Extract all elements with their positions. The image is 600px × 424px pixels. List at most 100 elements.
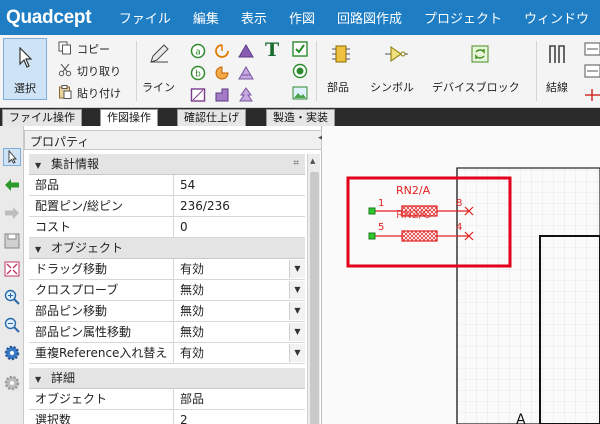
tab-file-operation[interactable]: ファイル操作 — [2, 109, 82, 126]
checkbox-icon[interactable] — [292, 41, 308, 57]
section-detail[interactable]: ▼ 詳細 — [29, 368, 305, 389]
table-row: コスト 0 — [29, 217, 305, 238]
svg-text:b: b — [195, 70, 201, 80]
property-select[interactable]: 無効 — [174, 301, 305, 321]
property-select[interactable]: 有効 — [174, 343, 305, 363]
table-row: ドラッグ移動 有効 ▼ — [29, 259, 305, 280]
pie-arc-icon[interactable] — [214, 65, 230, 81]
table-row: 部品ピン移動 無効 ▼ — [29, 301, 305, 322]
paste-button[interactable]: 貼り付け — [77, 85, 121, 101]
radio-icon[interactable] — [292, 63, 308, 79]
property-panel: プロパティ ▼ 集計情報 ⌗ 部品 54 配置ピン/総ピン 236/236 コス… — [24, 126, 322, 424]
auto-route-icon[interactable] — [584, 41, 600, 103]
menu-file[interactable]: ファイル — [108, 8, 182, 27]
save-icon[interactable] — [3, 232, 21, 250]
symbol-button[interactable]: シンボル — [370, 79, 414, 95]
copy-icon — [58, 41, 71, 55]
menu-edit[interactable]: 編集 — [182, 8, 230, 27]
section-object[interactable]: ▼ オブジェクト — [29, 238, 305, 259]
part-chip-icon[interactable] — [330, 43, 352, 65]
zoom-out-icon[interactable] — [3, 316, 21, 334]
menu-schematic[interactable]: 回路図作成 — [326, 8, 413, 27]
menu-view[interactable]: 表示 — [230, 8, 278, 27]
section-summary[interactable]: ▼ 集計情報 ⌗ — [29, 154, 305, 175]
settings-gear-gray-icon[interactable] — [3, 374, 21, 392]
dropdown-arrow-icon[interactable]: ▼ — [289, 281, 305, 299]
image-icon[interactable] — [292, 85, 308, 101]
ribbon-tab-bar: ファイル操作 作図操作 確認仕上げ 製造・実装 — [0, 108, 600, 126]
pen-icon[interactable] — [148, 43, 170, 65]
zoom-in-icon[interactable] — [3, 288, 21, 306]
sheet-zone-letter: A — [516, 412, 526, 424]
property-key: ドラッグ移動 — [29, 259, 174, 279]
symbol-buffer-icon[interactable] — [384, 44, 408, 64]
select-tool-icon[interactable] — [3, 148, 21, 166]
copy-button[interactable]: コピー — [77, 41, 110, 57]
rect-draw-icon[interactable] — [190, 87, 206, 103]
select-label: 選択 — [14, 82, 36, 95]
pin-number-4: 4 — [456, 222, 462, 233]
line-button[interactable]: ライン — [142, 79, 175, 95]
circle-b-icon[interactable]: b — [190, 65, 206, 81]
triangle-alt-icon[interactable] — [238, 65, 254, 81]
tree-icon[interactable] — [238, 87, 254, 103]
dropdown-arrow-icon[interactable]: ▼ — [289, 302, 305, 320]
paste-icon — [59, 85, 72, 99]
schematic-sheet[interactable]: A RN2/A RN2/C 1 8 5 4 — [322, 126, 600, 424]
panel-scrollbar[interactable]: ▲ — [307, 154, 320, 424]
panel-title: プロパティ — [30, 135, 90, 149]
triangle-icon[interactable] — [238, 43, 254, 59]
tool-strip — [0, 126, 24, 424]
dropdown-arrow-icon[interactable]: ▼ — [289, 323, 305, 341]
undo-arrow-icon[interactable] — [3, 176, 21, 194]
cursor-arrow-icon — [19, 47, 33, 68]
scissors-icon — [58, 63, 72, 77]
wire-icon[interactable] — [547, 43, 567, 65]
arc-icon[interactable] — [214, 43, 230, 59]
schematic-canvas[interactable]: A RN2/A RN2/C 1 8 5 4 — [322, 126, 600, 424]
grid-options-icon[interactable]: ⌗ — [293, 154, 299, 174]
cut-button[interactable]: 切り取り — [77, 63, 121, 79]
property-key: 選択数 — [29, 410, 174, 424]
tab-check-finish[interactable]: 確認仕上げ — [177, 109, 246, 126]
menu-project[interactable]: プロジェクト — [413, 8, 513, 27]
pin-number-8: 8 — [456, 198, 462, 209]
part-button[interactable]: 部品 — [327, 79, 349, 95]
table-row: 重複Reference入れ替え 有効 ▼ — [29, 343, 305, 364]
dropdown-arrow-icon[interactable]: ▼ — [289, 260, 305, 278]
fit-view-icon[interactable] — [3, 260, 21, 278]
circle-a-icon[interactable]: a — [190, 43, 206, 59]
collapse-triangle-icon: ▼ — [35, 161, 42, 170]
ribbon: 選択 コピー 切り取り 貼り付け ライン a T b 部品 シンボル デバイスブ… — [0, 35, 600, 108]
table-row: クロスプローブ 無効 ▼ — [29, 280, 305, 301]
dropdown-arrow-icon[interactable]: ▼ — [289, 344, 305, 362]
property-key: 部品ピン属性移動 — [29, 322, 174, 342]
section-summary-title: 集計情報 — [50, 157, 99, 171]
tab-manufacture[interactable]: 製造・実装 — [266, 109, 335, 126]
scroll-up-icon[interactable]: ▲ — [310, 157, 315, 165]
part-reference-label: RN2/A — [396, 184, 431, 197]
property-key: 部品 — [29, 175, 174, 195]
pin-number-5: 5 — [378, 222, 384, 233]
scrollbar-thumb[interactable] — [310, 172, 319, 424]
text-tool-icon[interactable]: T — [265, 39, 279, 61]
settings-gear-icon[interactable] — [3, 344, 21, 362]
property-select[interactable]: 無効 — [174, 280, 305, 300]
menu-window[interactable]: ウィンドウ — [513, 8, 600, 27]
collapse-triangle-icon: ▼ — [35, 375, 42, 384]
property-select[interactable]: 有効 — [174, 259, 305, 279]
polygon-icon[interactable] — [214, 87, 230, 103]
panel-header: プロパティ — [24, 130, 322, 150]
ribbon-separator — [316, 41, 317, 101]
collapse-triangle-icon: ▼ — [35, 245, 42, 254]
wire-button[interactable]: 結線 — [546, 79, 568, 95]
tab-draw-operation[interactable]: 作図操作 — [100, 109, 158, 126]
redo-arrow-icon[interactable] — [3, 204, 21, 222]
device-block-icon[interactable] — [470, 44, 490, 64]
table-row: 配置ピン/総ピン 236/236 — [29, 196, 305, 217]
select-button[interactable]: 選択 — [3, 38, 47, 100]
device-block-button[interactable]: デバイスブロック — [432, 79, 520, 95]
property-key: クロスプローブ — [29, 280, 174, 300]
menu-draw[interactable]: 作図 — [278, 8, 326, 27]
property-select[interactable]: 無効 — [174, 322, 305, 342]
